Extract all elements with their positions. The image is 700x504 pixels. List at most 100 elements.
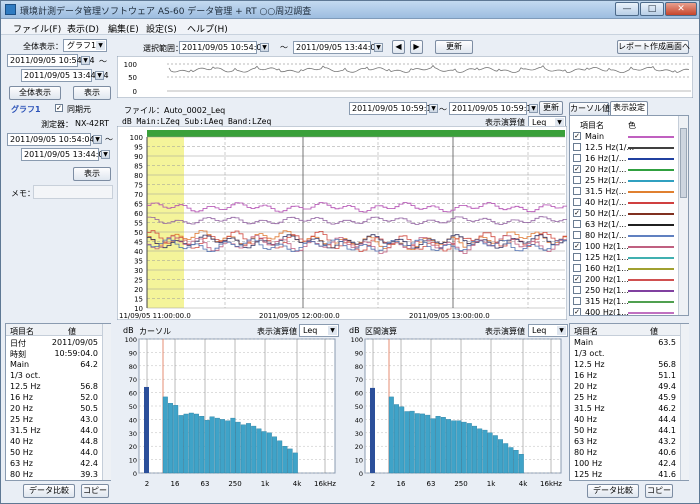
band-bar [477, 428, 483, 474]
calendar-dropdown-icon[interactable]: ▼ [93, 135, 102, 144]
y-tick-label: 90 [134, 153, 143, 161]
section-spectrum-chart[interactable]: 10090807060504030201002 16 63 250 1k 4k 16kHz [343, 335, 567, 501]
table-row[interactable]: 125 Hz 41.6 [570, 469, 680, 481]
legend-checkbox[interactable] [573, 297, 581, 305]
chart-update-button[interactable]: 更新 [539, 101, 563, 115]
graph-show-button[interactable]: 表示 [73, 167, 111, 181]
y-tick-label: 60 [134, 210, 143, 218]
legend-color-swatch [628, 235, 674, 237]
scroll-thumb[interactable] [680, 128, 687, 198]
band-bar [503, 443, 509, 474]
calendar-dropdown-icon[interactable]: ▼ [429, 104, 438, 113]
legend-checkbox[interactable] [573, 187, 581, 195]
legend-scrollbar[interactable] [678, 116, 688, 315]
range-end-field[interactable]: 2011/09/05 13:44:04 [293, 41, 381, 54]
menu-view[interactable]: 表示(D) [67, 22, 99, 35]
copy-button[interactable]: コピー [645, 484, 673, 498]
y-tick-label: 40 [134, 248, 143, 256]
legend-checkbox[interactable] [573, 154, 581, 162]
window-title: 環境計測データ管理ソフトウェア AS-60 データ管理 + RT ○○周辺調査 [20, 7, 312, 17]
x-tick-label: 16 [397, 480, 406, 488]
legend-checkbox[interactable]: ✓ [573, 132, 581, 140]
next-range-button[interactable]: ▶ [410, 40, 423, 54]
legend-item[interactable]: ✓ 400 Hz(1... [570, 307, 678, 315]
copy-button[interactable]: コピー [81, 484, 109, 498]
overview-chart[interactable]: 100 50 0 [117, 56, 693, 98]
compare-data-button[interactable]: データ比較 [23, 484, 75, 498]
sync-checkbox[interactable]: ✓ [55, 104, 63, 112]
overview-end-field[interactable]: 2011/09/05 13:44:04 [21, 69, 109, 82]
band-bar [419, 413, 425, 474]
graph-start-field[interactable]: 2011/09/05 10:54:04 [7, 133, 95, 146]
menu-help[interactable]: ヘルプ(H) [187, 22, 228, 35]
menu-file[interactable]: ファイル(F) [13, 22, 61, 35]
report-button[interactable]: レポート作成画面へ [617, 40, 690, 54]
table-cell-value: 42.4 [80, 459, 98, 468]
legend-checkbox[interactable] [573, 231, 581, 239]
legend-checkbox[interactable]: ✓ [573, 275, 581, 283]
overview-ytick-label: 100 [124, 61, 137, 69]
calendar-dropdown-icon[interactable]: ▼ [95, 71, 104, 80]
chart-range-start-field[interactable]: 2011/09/05 10:59:12 [349, 102, 437, 115]
y-tick-label: 20 [134, 286, 143, 294]
band-bar [435, 415, 441, 474]
x-tick-label: 16 [171, 480, 180, 488]
legend-checkbox[interactable]: ✓ [573, 209, 581, 217]
range-start-field[interactable]: 2011/09/05 10:54:04 [179, 41, 267, 54]
chart-range-end-field[interactable]: 2011/09/05 10:59:12 [449, 102, 537, 115]
band-bar [178, 415, 184, 474]
cursor-spectrum-chart[interactable]: 10090807060504030201002 16 63 250 1k 4k 16kHz [117, 335, 341, 501]
legend-checkbox[interactable]: ✓ [573, 308, 581, 315]
range-update-button[interactable]: 更新 [435, 40, 473, 54]
calendar-dropdown-icon[interactable]: ▼ [374, 43, 383, 52]
table-cell-item: 20 Hz [10, 404, 33, 413]
y-tick-label: 10 [355, 457, 363, 465]
band-bar [261, 431, 267, 474]
compare-data-button[interactable]: データ比較 [587, 484, 639, 498]
maximize-button[interactable]: □ [640, 2, 664, 16]
band-bar [487, 432, 493, 474]
tab-display-settings[interactable]: 表示設定 [610, 101, 648, 115]
legend-checkbox[interactable]: ✓ [573, 242, 581, 250]
menu-edit[interactable]: 編集(E) [108, 22, 139, 35]
graph-end-field[interactable]: 2011/09/05 13:44:04 [21, 148, 109, 161]
section-value-select-value: Leq [532, 326, 547, 335]
graph-select[interactable]: グラフ1 ▼ [63, 39, 107, 52]
sync-label: 同期元 [67, 105, 91, 114]
table-scrollbar[interactable] [680, 324, 689, 480]
table-scrollbar[interactable] [102, 324, 111, 480]
legend-checkbox[interactable] [573, 198, 581, 206]
show-button[interactable]: 表示 [73, 86, 111, 100]
legend-checkbox[interactable] [573, 264, 581, 272]
legend-checkbox[interactable] [573, 143, 581, 151]
calendar-dropdown-icon[interactable]: ▼ [101, 150, 110, 159]
table-cell-item: 31.5 Hz [10, 426, 41, 435]
close-button[interactable]: ✕ [665, 2, 697, 16]
legend-checkbox[interactable] [573, 286, 581, 294]
prev-range-button[interactable]: ◀ [392, 40, 405, 54]
table-cell-value: 63.5 [658, 338, 676, 347]
calendar-dropdown-icon[interactable]: ▼ [260, 43, 269, 52]
calendar-dropdown-icon[interactable]: ▼ [81, 56, 90, 65]
band-bar [399, 406, 405, 474]
band-bar [513, 449, 519, 474]
band-bar [414, 413, 420, 474]
table-row[interactable]: 80 Hz 39.3 [6, 469, 102, 481]
overview-start-field[interactable]: 2011/09/05 10:54:04 [7, 54, 95, 67]
x-axis-label: 2011/09/05 13:00:00.0 [409, 312, 490, 320]
table-cell-value: 43.0 [80, 415, 98, 424]
y-tick-label: 60 [129, 390, 137, 398]
legend-checkbox[interactable] [573, 220, 581, 228]
table-cell-value: 10:59:04.0 [54, 349, 98, 358]
legend-checkbox[interactable] [573, 253, 581, 261]
main-timeseries-chart[interactable]: 100959085807570656055504540353025201510 … [117, 126, 567, 320]
menu-settings[interactable]: 設定(S) [146, 22, 177, 35]
legend-checkbox[interactable] [573, 176, 581, 184]
show-all-button[interactable]: 全体表示 [9, 86, 61, 100]
calendar-dropdown-icon[interactable]: ▼ [529, 104, 538, 113]
memo-field[interactable] [33, 185, 113, 199]
legend-checkbox[interactable]: ✓ [573, 165, 581, 173]
minimize-button[interactable]: — [615, 2, 639, 16]
legend-color-swatch [628, 158, 674, 160]
tab-cursor-values[interactable]: カーソル値 [569, 102, 610, 116]
